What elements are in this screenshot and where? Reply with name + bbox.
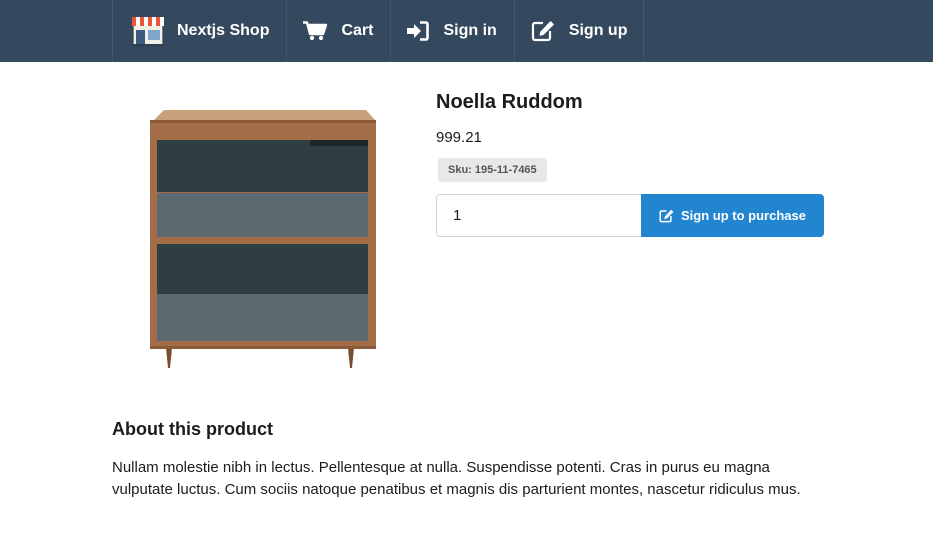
product-price: 999.21 xyxy=(436,129,482,146)
product-title: Noella Ruddom xyxy=(436,91,583,113)
nav-sign-in-link[interactable]: Sign in xyxy=(390,0,513,62)
nav-sign-in-label: Sign in xyxy=(443,22,497,39)
nav-cart-label: Cart xyxy=(341,22,374,39)
shop-icon xyxy=(131,15,165,47)
sku-badge: Sku: 195-11-7465 xyxy=(438,158,547,182)
about-heading: About this product xyxy=(112,419,273,439)
edit-icon xyxy=(531,20,555,42)
cart-icon xyxy=(303,21,328,41)
purchase-button-label: Sign up to purchase xyxy=(681,208,806,223)
top-navbar: Nextjs Shop Cart Sign in Sign up xyxy=(0,0,933,62)
nav-menu: Nextjs Shop Cart Sign in Sign up xyxy=(112,0,645,62)
nav-brand-link[interactable]: Nextjs Shop xyxy=(112,0,286,62)
nav-sign-up-label: Sign up xyxy=(568,22,628,39)
nav-cart-link[interactable]: Cart xyxy=(286,0,390,62)
sign-up-to-purchase-button[interactable]: Sign up to purchase xyxy=(641,194,824,237)
nav-sign-up-link[interactable]: Sign up xyxy=(513,0,645,62)
product-image xyxy=(138,98,410,392)
about-description: Nullam molestie nibh in lectus. Pellente… xyxy=(112,459,801,498)
edit-icon xyxy=(659,209,674,223)
quantity-input[interactable] xyxy=(436,194,642,237)
sign-in-icon xyxy=(407,21,430,41)
nav-brand-label: Nextjs Shop xyxy=(177,22,270,39)
